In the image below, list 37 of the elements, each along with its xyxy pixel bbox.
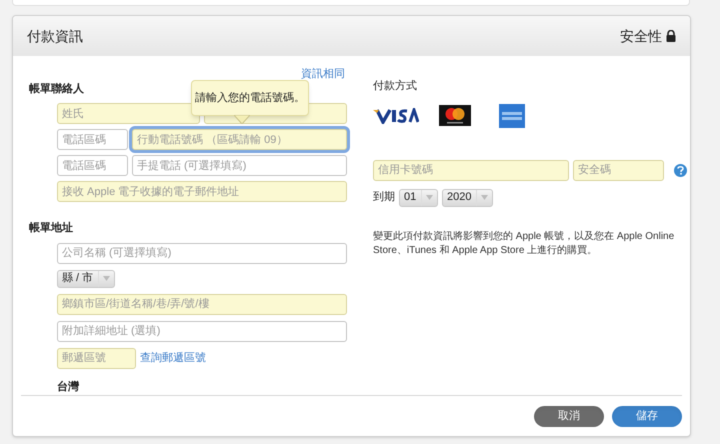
input-field[interactable]: 電話區碼 — [57, 129, 128, 150]
panel-title: 付款資訊 — [27, 26, 83, 46]
zip-lookup-link[interactable]: 查詢郵遞區號 — [140, 350, 206, 366]
input-field[interactable]: 姓氏 — [57, 103, 200, 124]
input-field[interactable]: 電話區碼 — [57, 155, 128, 176]
expiry-label: 到期 — [373, 190, 395, 206]
input-field[interactable]: 手提電話 (可選擇填寫) — [132, 155, 347, 176]
section-heading: 付款方式 — [373, 78, 418, 94]
section-heading: 帳單地址 — [29, 220, 74, 236]
input-field[interactable]: 鄉鎮市區/街道名稱/巷/弄/號/樓 — [57, 294, 347, 314]
input-field[interactable]: 行動電話號碼 （區碼請輸 09） — [132, 129, 347, 150]
county-dropdown[interactable]: 縣 / 市 — [57, 270, 115, 288]
section-heading: 帳單聯絡人 — [29, 82, 84, 96]
same-as-shipping-link[interactable]: 資訊相同 — [301, 66, 345, 82]
country-label: 台灣 — [57, 380, 79, 394]
input-field[interactable]: 公司名稱 (可選擇填寫) — [57, 242, 347, 264]
input-field[interactable]: 安全碼 — [573, 160, 664, 180]
save-button[interactable]: 儲存 — [612, 406, 682, 426]
card-logo-icon — [499, 104, 525, 128]
help-icon[interactable] — [674, 164, 687, 176]
tooltip: 請輸入您的電話號碼。 — [191, 80, 309, 116]
security-label: 安全性 — [620, 26, 662, 46]
year-dropdown[interactable]: 2020 — [442, 188, 493, 206]
caret-icon — [426, 195, 433, 200]
cancel-button[interactable]: 取消 — [534, 406, 604, 426]
input-field[interactable]: 附加詳細地址 (選填) — [57, 320, 347, 342]
card-logo-icon — [439, 105, 471, 126]
caret-icon — [103, 276, 110, 281]
month-dropdown[interactable]: 01 — [399, 188, 438, 206]
tooltip-pointer-icon — [234, 115, 250, 124]
caret-icon — [481, 195, 488, 200]
lock-icon — [666, 30, 676, 42]
card-logo-icon — [373, 108, 419, 124]
input-field[interactable]: 接收 Apple 電子收據的電子郵件地址 — [57, 181, 347, 202]
input-field[interactable]: 信用卡號碼 — [373, 160, 569, 180]
input-field[interactable]: 郵遞區號 — [57, 348, 136, 368]
notice-text: 變更此項付款資訊將影響到您的 Apple 帳號，以及您在 Apple Online Store、iTunes 和 Apple App Store 上進行的購買。 — [373, 230, 676, 258]
